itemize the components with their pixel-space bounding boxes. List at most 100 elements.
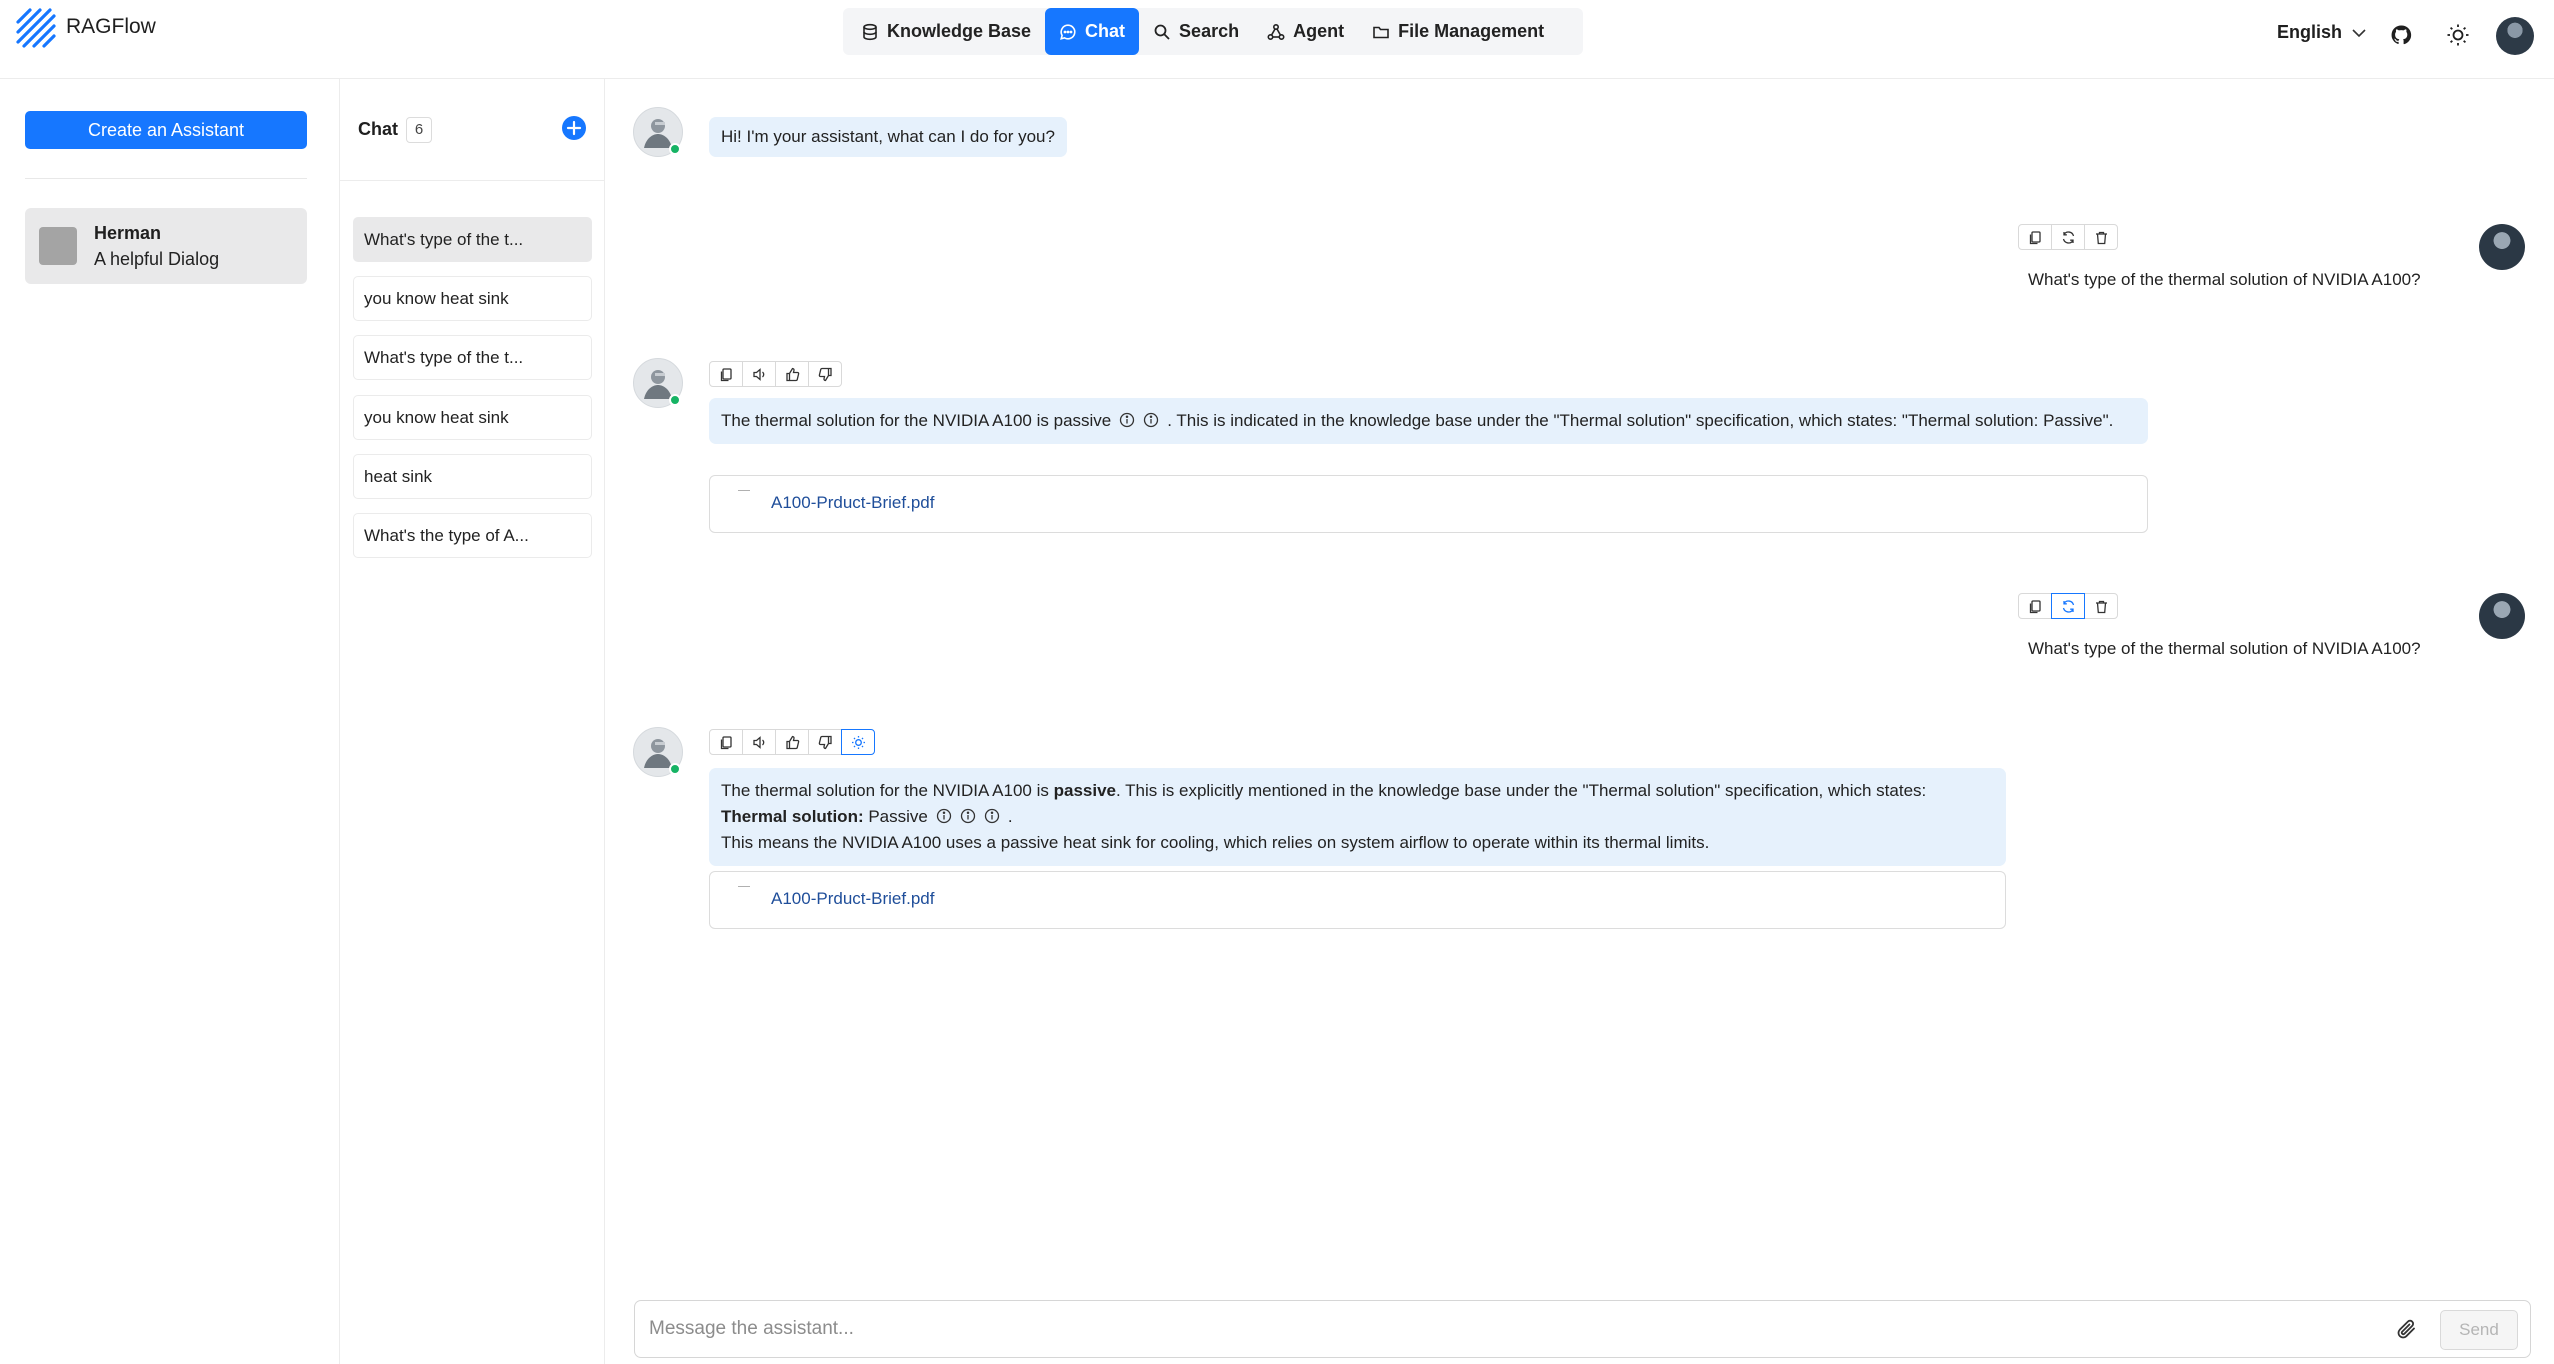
lightbulb-icon xyxy=(851,735,865,749)
agent-graph-icon xyxy=(1267,23,1285,40)
conversation-item[interactable]: heat sink xyxy=(353,454,592,499)
user-message-avatar xyxy=(2479,593,2525,639)
assistant-message: The thermal solution for the NVIDIA A100… xyxy=(709,398,2148,444)
delete-button[interactable] xyxy=(2084,224,2118,250)
nav-label: Knowledge Base xyxy=(887,21,1032,41)
refresh-icon xyxy=(2062,230,2074,244)
document-thumbnail xyxy=(738,490,750,498)
trash-icon xyxy=(2095,600,2107,613)
thumbs-down-button[interactable] xyxy=(808,361,842,387)
delete-button[interactable] xyxy=(2084,593,2118,619)
document-link[interactable]: A100-Prduct-Brief.pdf xyxy=(771,889,934,909)
copy-button[interactable] xyxy=(2018,224,2052,250)
thumbs-down-icon xyxy=(818,367,832,381)
nav-label: Chat xyxy=(1085,21,1126,41)
folder-icon xyxy=(1373,26,1389,38)
document-thumbnail xyxy=(738,886,750,894)
nav-file-management[interactable]: File Management xyxy=(1358,8,1558,55)
answer-line: Thermal solution: Passive. xyxy=(721,804,1994,830)
answer-text: Passive xyxy=(863,807,928,826)
mind-map-button[interactable] xyxy=(841,729,875,755)
add-chat-icon[interactable] xyxy=(561,115,587,141)
user-message: What's type of the thermal solution of N… xyxy=(2028,639,2421,658)
online-status-dot xyxy=(669,143,681,155)
speaker-icon xyxy=(752,735,764,749)
thumbs-down-button[interactable] xyxy=(808,729,842,755)
regenerate-button[interactable] xyxy=(2051,224,2085,250)
answer-bold-text: passive xyxy=(1053,781,1117,800)
thumbs-up-button[interactable] xyxy=(775,729,809,755)
nav-label: Search xyxy=(1179,21,1240,41)
trash-icon xyxy=(2095,231,2107,244)
citation-info-icon[interactable] xyxy=(1143,412,1159,428)
github-icon[interactable] xyxy=(2388,22,2414,48)
nav-label: File Management xyxy=(1398,21,1545,41)
thumbs-down-icon xyxy=(818,735,832,749)
thumbs-up-icon xyxy=(785,367,799,381)
database-icon xyxy=(863,23,877,40)
main-nav: Knowledge Base Chat Search Agent File Ma… xyxy=(843,8,1583,55)
user-avatar[interactable] xyxy=(2496,17,2534,55)
user-message-actions xyxy=(2018,593,2118,619)
send-button[interactable]: Send xyxy=(2440,1310,2518,1350)
assistant-description: A helpful Dialog xyxy=(94,249,220,269)
reference-document-card[interactable]: A100-Prduct-Brief.pdf xyxy=(709,871,2006,929)
language-select[interactable]: English xyxy=(2277,22,2368,43)
copy-button[interactable] xyxy=(709,361,743,387)
chevron-down-icon xyxy=(2352,28,2366,37)
copy-button[interactable] xyxy=(2018,593,2052,619)
greeting-message: Hi! I'm your assistant, what can I do fo… xyxy=(709,117,1067,157)
divider xyxy=(340,180,605,181)
chat-bubble-icon xyxy=(1060,23,1076,40)
document-link[interactable]: A100-Prduct-Brief.pdf xyxy=(771,493,934,513)
conversation-item[interactable]: you know heat sink xyxy=(353,395,592,440)
read-aloud-button[interactable] xyxy=(742,729,776,755)
nav-agent[interactable]: Agent xyxy=(1253,8,1358,55)
user-message: What's type of the thermal solution of N… xyxy=(2028,270,2421,289)
thumbs-up-icon xyxy=(785,735,799,749)
regenerate-button[interactable] xyxy=(2051,593,2085,619)
answer-text: . xyxy=(1007,807,1013,826)
nav-knowledge-base[interactable]: Knowledge Base xyxy=(847,8,1045,55)
assistant-avatar xyxy=(39,227,77,265)
online-status-dot xyxy=(669,394,681,406)
conversation-item[interactable]: What's the type of A... xyxy=(353,513,592,558)
answer-text: The thermal solution for the NVIDIA A100… xyxy=(721,781,1054,800)
assistant-message-actions xyxy=(709,361,842,387)
conversation-item[interactable]: What's type of the t... xyxy=(353,217,592,262)
nav-search[interactable]: Search xyxy=(1139,8,1253,55)
citation-info-icon[interactable] xyxy=(1119,412,1135,428)
citation-info-icon[interactable] xyxy=(984,808,1000,824)
copy-button[interactable] xyxy=(709,729,743,755)
reference-document-card[interactable]: A100-Prduct-Brief.pdf xyxy=(709,475,2148,533)
thumbs-up-button[interactable] xyxy=(775,361,809,387)
answer-line: This means the NVIDIA A100 uses a passiv… xyxy=(721,833,1710,852)
online-status-dot xyxy=(669,763,681,775)
answer-bold-text: Thermal solution: xyxy=(721,807,864,826)
conversation-item[interactable]: you know heat sink xyxy=(353,276,592,321)
user-message-avatar xyxy=(2479,224,2525,270)
conversation-item[interactable]: What's type of the t... xyxy=(353,335,592,380)
create-assistant-button[interactable]: Create an Assistant xyxy=(25,111,307,149)
answer-line: The thermal solution for the NVIDIA A100… xyxy=(721,778,1994,804)
answer-text: . This is explicitly mentioned in the kn… xyxy=(1116,781,1927,800)
search-icon xyxy=(1154,24,1170,40)
assistant-card[interactable]: Herman A helpful Dialog xyxy=(25,208,307,284)
ragflow-logo-icon[interactable] xyxy=(14,6,58,50)
top-header: RAGFlow Knowledge Base Chat Search Agent… xyxy=(0,0,2554,79)
message-input[interactable] xyxy=(649,1315,2349,1343)
nav-label: Agent xyxy=(1293,21,1345,41)
speaker-icon xyxy=(752,367,764,381)
message-composer: Send xyxy=(634,1300,2531,1358)
paperclip-icon[interactable] xyxy=(2393,1316,2421,1344)
assistant-message-actions xyxy=(709,729,875,755)
citation-info-icon[interactable] xyxy=(960,808,976,824)
citation-info-icon[interactable] xyxy=(936,808,952,824)
sun-theme-icon[interactable] xyxy=(2445,22,2471,48)
divider xyxy=(25,178,307,179)
copy-icon xyxy=(2029,230,2041,244)
app-brand: RAGFlow xyxy=(66,15,156,38)
nav-chat[interactable]: Chat xyxy=(1045,8,1140,55)
copy-icon xyxy=(720,735,732,749)
read-aloud-button[interactable] xyxy=(742,361,776,387)
